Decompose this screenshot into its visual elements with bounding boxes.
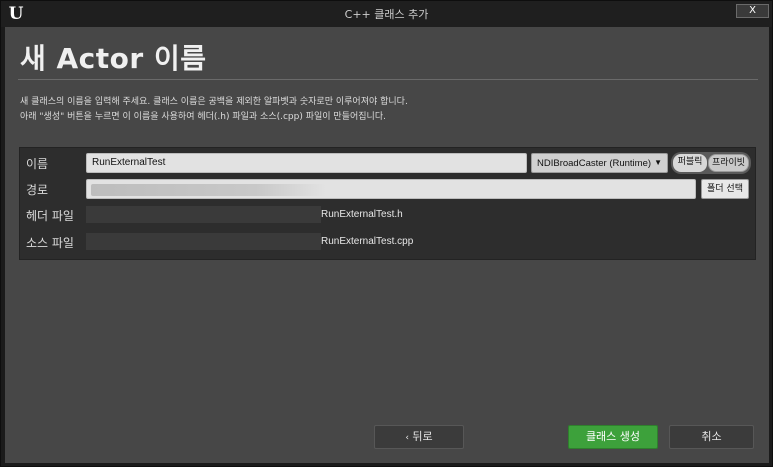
- close-button[interactable]: X: [736, 4, 769, 18]
- description-line-1: 새 클래스의 이름을 입력해 주세요. 클래스 이름은 공백을 제외한 알파벳과…: [20, 97, 408, 107]
- dialog-content: 새 Actor 이름 새 클래스의 이름을 입력해 주세요. 클래스 이름은 공…: [5, 27, 769, 463]
- source-file-value: RunExternalTest.cpp: [321, 236, 414, 247]
- add-cpp-class-dialog: U C++ 클래스 추가 X 새 Actor 이름 새 클래스의 이름을 입력해…: [0, 0, 773, 467]
- module-select-value: NDIBroadCaster (Runtime): [537, 158, 652, 169]
- window-title: C++ 클래스 추가: [344, 8, 429, 21]
- public-toggle-button[interactable]: 퍼블릭: [673, 154, 707, 172]
- back-button[interactable]: ‹ 뒤로: [374, 425, 464, 449]
- class-name-input[interactable]: RunExternalTest: [86, 153, 527, 173]
- path-input[interactable]: [86, 179, 696, 199]
- title-bar[interactable]: U C++ 클래스 추가 X: [1, 1, 772, 27]
- redacted-path: [91, 184, 326, 196]
- cancel-button[interactable]: 취소: [669, 425, 754, 449]
- private-toggle-button[interactable]: 프라이빗: [708, 154, 749, 172]
- source-file-label: 소스 파일: [26, 236, 74, 250]
- create-class-button[interactable]: 클래스 생성: [568, 425, 658, 449]
- visibility-toggle: 퍼블릭 프라이빗: [671, 152, 751, 174]
- divider: [18, 79, 758, 80]
- header-file-label: 헤더 파일: [26, 209, 74, 223]
- name-label: 이름: [26, 157, 49, 171]
- header-file-value: RunExternalTest.h: [321, 209, 403, 220]
- choose-folder-button[interactable]: 폴더 선택: [701, 179, 749, 199]
- chevron-left-icon: ‹: [405, 433, 409, 443]
- path-label: 경로: [26, 183, 49, 197]
- redacted-header-path: [86, 206, 321, 223]
- back-button-label: 뒤로: [412, 430, 433, 443]
- description-line-2: 아래 "생성" 버튼을 누르면 이 이름을 사용하여 헤더(.h) 파일과 소스…: [20, 112, 386, 122]
- page-title: 새 Actor 이름: [20, 42, 207, 75]
- chevron-down-icon: ▼: [654, 158, 662, 167]
- class-settings-panel: 이름 RunExternalTest NDIBroadCaster (Runti…: [19, 147, 756, 260]
- redacted-source-path: [86, 233, 321, 250]
- module-select[interactable]: NDIBroadCaster (Runtime) ▼: [531, 153, 668, 173]
